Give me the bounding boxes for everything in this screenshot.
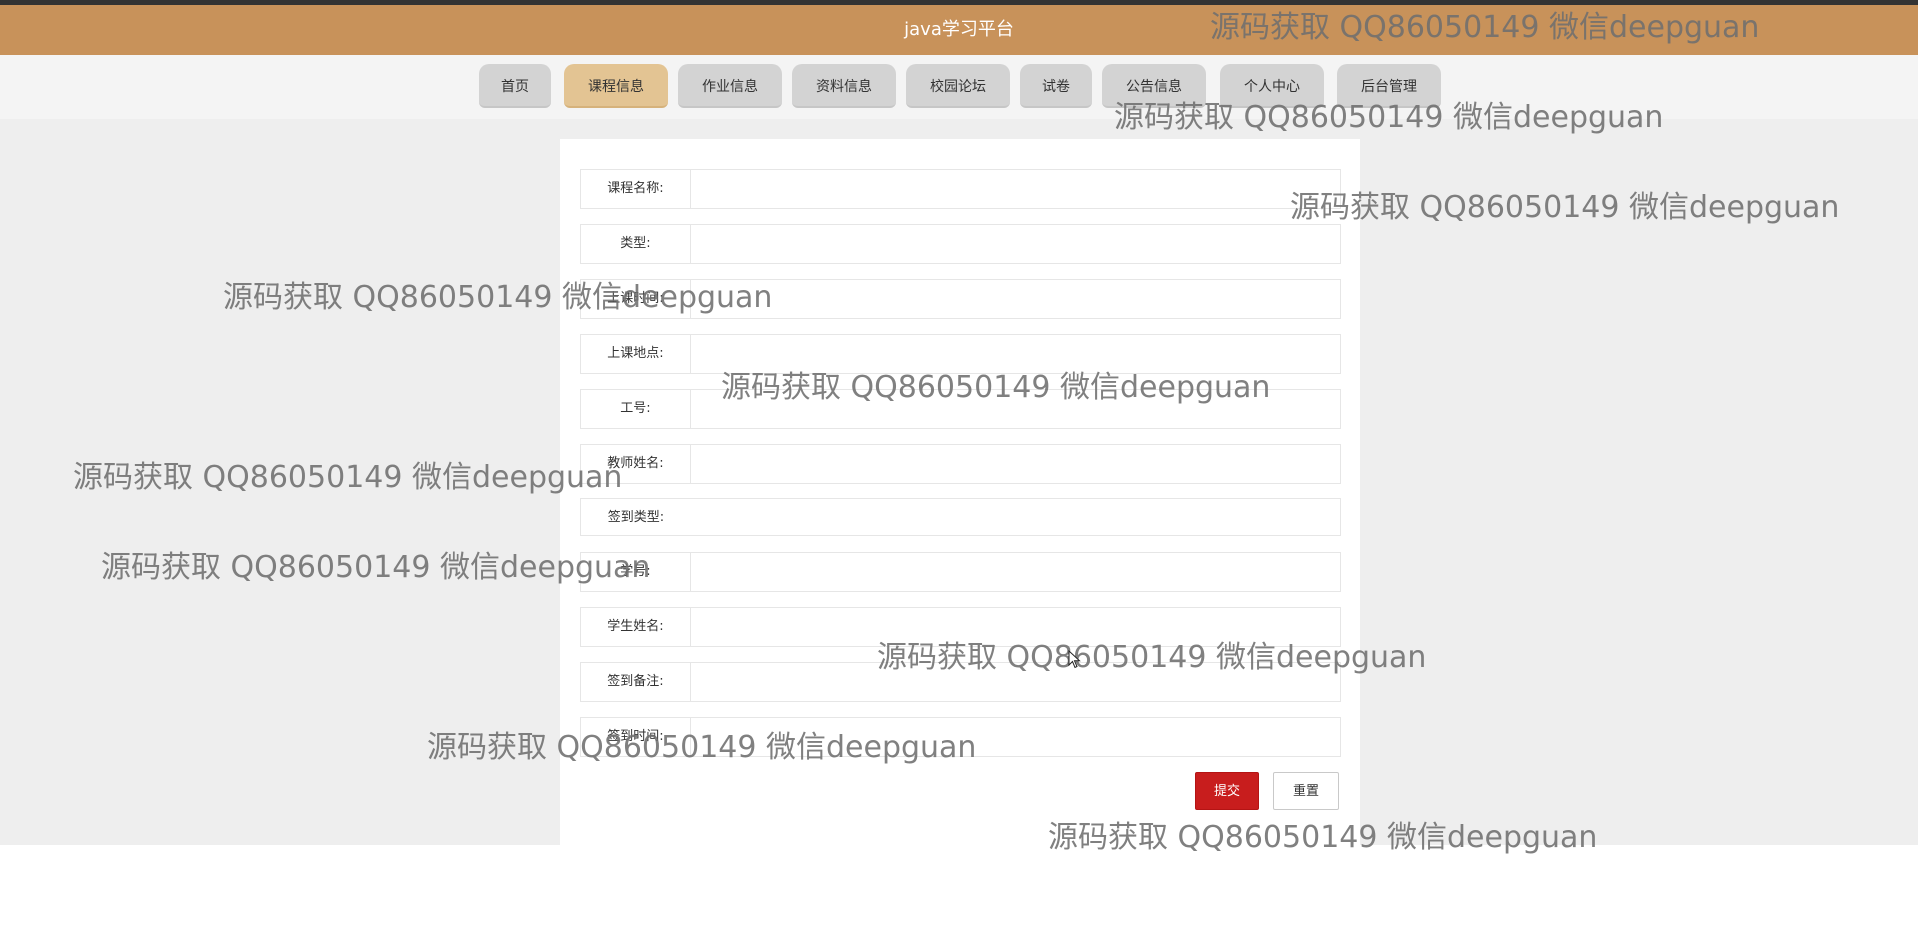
nav-tab-exam[interactable]: 试卷: [1020, 64, 1092, 108]
type-input[interactable]: [692, 226, 1339, 262]
field-label: 签到时间:: [581, 718, 691, 756]
nav-tab-home[interactable]: 首页: [479, 64, 551, 108]
checkin-time-input[interactable]: [692, 719, 1339, 755]
nav-tab-personal-center[interactable]: 个人中心: [1220, 64, 1324, 108]
field-label: 课程名称:: [581, 170, 691, 208]
field-label: 工号:: [581, 390, 691, 428]
field-label: 签到备注:: [581, 663, 691, 701]
field-label: 类型:: [581, 225, 691, 263]
form-row-type: 类型:: [580, 224, 1341, 264]
class-time-input[interactable]: [692, 281, 1339, 317]
nav-bar: 首页 课程信息 作业信息 资料信息 校园论坛 试卷 公告信息 个人中心 后台管理: [0, 55, 1918, 119]
staff-id-input[interactable]: [692, 391, 1339, 427]
class-location-input[interactable]: [692, 336, 1339, 372]
form-row-class-location: 上课地点:: [580, 334, 1341, 374]
field-label: 学号:: [581, 553, 691, 591]
nav-tab-admin[interactable]: 后台管理: [1337, 64, 1441, 108]
form-row-course-name: 课程名称:: [580, 169, 1341, 209]
site-title: java学习平台: [904, 19, 1014, 40]
form-row-student-id: 学号:: [580, 552, 1341, 592]
nav-tab-course-info[interactable]: 课程信息: [564, 64, 668, 108]
form-row-student-name: 学生姓名:: [580, 607, 1341, 647]
student-name-input[interactable]: [692, 609, 1339, 645]
form-row-checkin-time: 签到时间:: [580, 717, 1341, 757]
field-label: 上课地点:: [581, 335, 691, 373]
field-label: 上课时间:: [581, 280, 691, 318]
checkin-remark-input[interactable]: [692, 664, 1339, 700]
form-row-staff-id: 工号:: [580, 389, 1341, 429]
student-id-input[interactable]: [692, 554, 1339, 590]
nav-tab-homework-info[interactable]: 作业信息: [678, 64, 782, 108]
course-name-input[interactable]: [692, 171, 1339, 207]
header-bar: java学习平台: [0, 5, 1918, 55]
form-row-checkin-type: 签到类型:: [580, 498, 1341, 536]
submit-button[interactable]: 提交: [1195, 772, 1259, 810]
form-row-class-time: 上课时间:: [580, 279, 1341, 319]
field-label: 学生姓名:: [581, 608, 691, 646]
nav-tab-material-info[interactable]: 资料信息: [792, 64, 896, 108]
form-row-checkin-remark: 签到备注:: [580, 662, 1341, 702]
reset-button[interactable]: 重置: [1273, 772, 1339, 810]
mouse-cursor-icon: [1068, 650, 1081, 669]
course-form-panel: 课程名称: 类型: 上课时间: 上课地点: 工号: 教师姓名: 签到类型: 学号…: [560, 139, 1360, 845]
checkin-type-input[interactable]: [692, 500, 1339, 534]
nav-tab-notice-info[interactable]: 公告信息: [1102, 64, 1206, 108]
nav-tab-campus-forum[interactable]: 校园论坛: [906, 64, 1010, 108]
form-row-teacher-name: 教师姓名:: [580, 444, 1341, 484]
field-label: 教师姓名:: [581, 445, 691, 483]
field-label: 签到类型:: [607, 510, 665, 525]
teacher-name-input[interactable]: [692, 446, 1339, 482]
